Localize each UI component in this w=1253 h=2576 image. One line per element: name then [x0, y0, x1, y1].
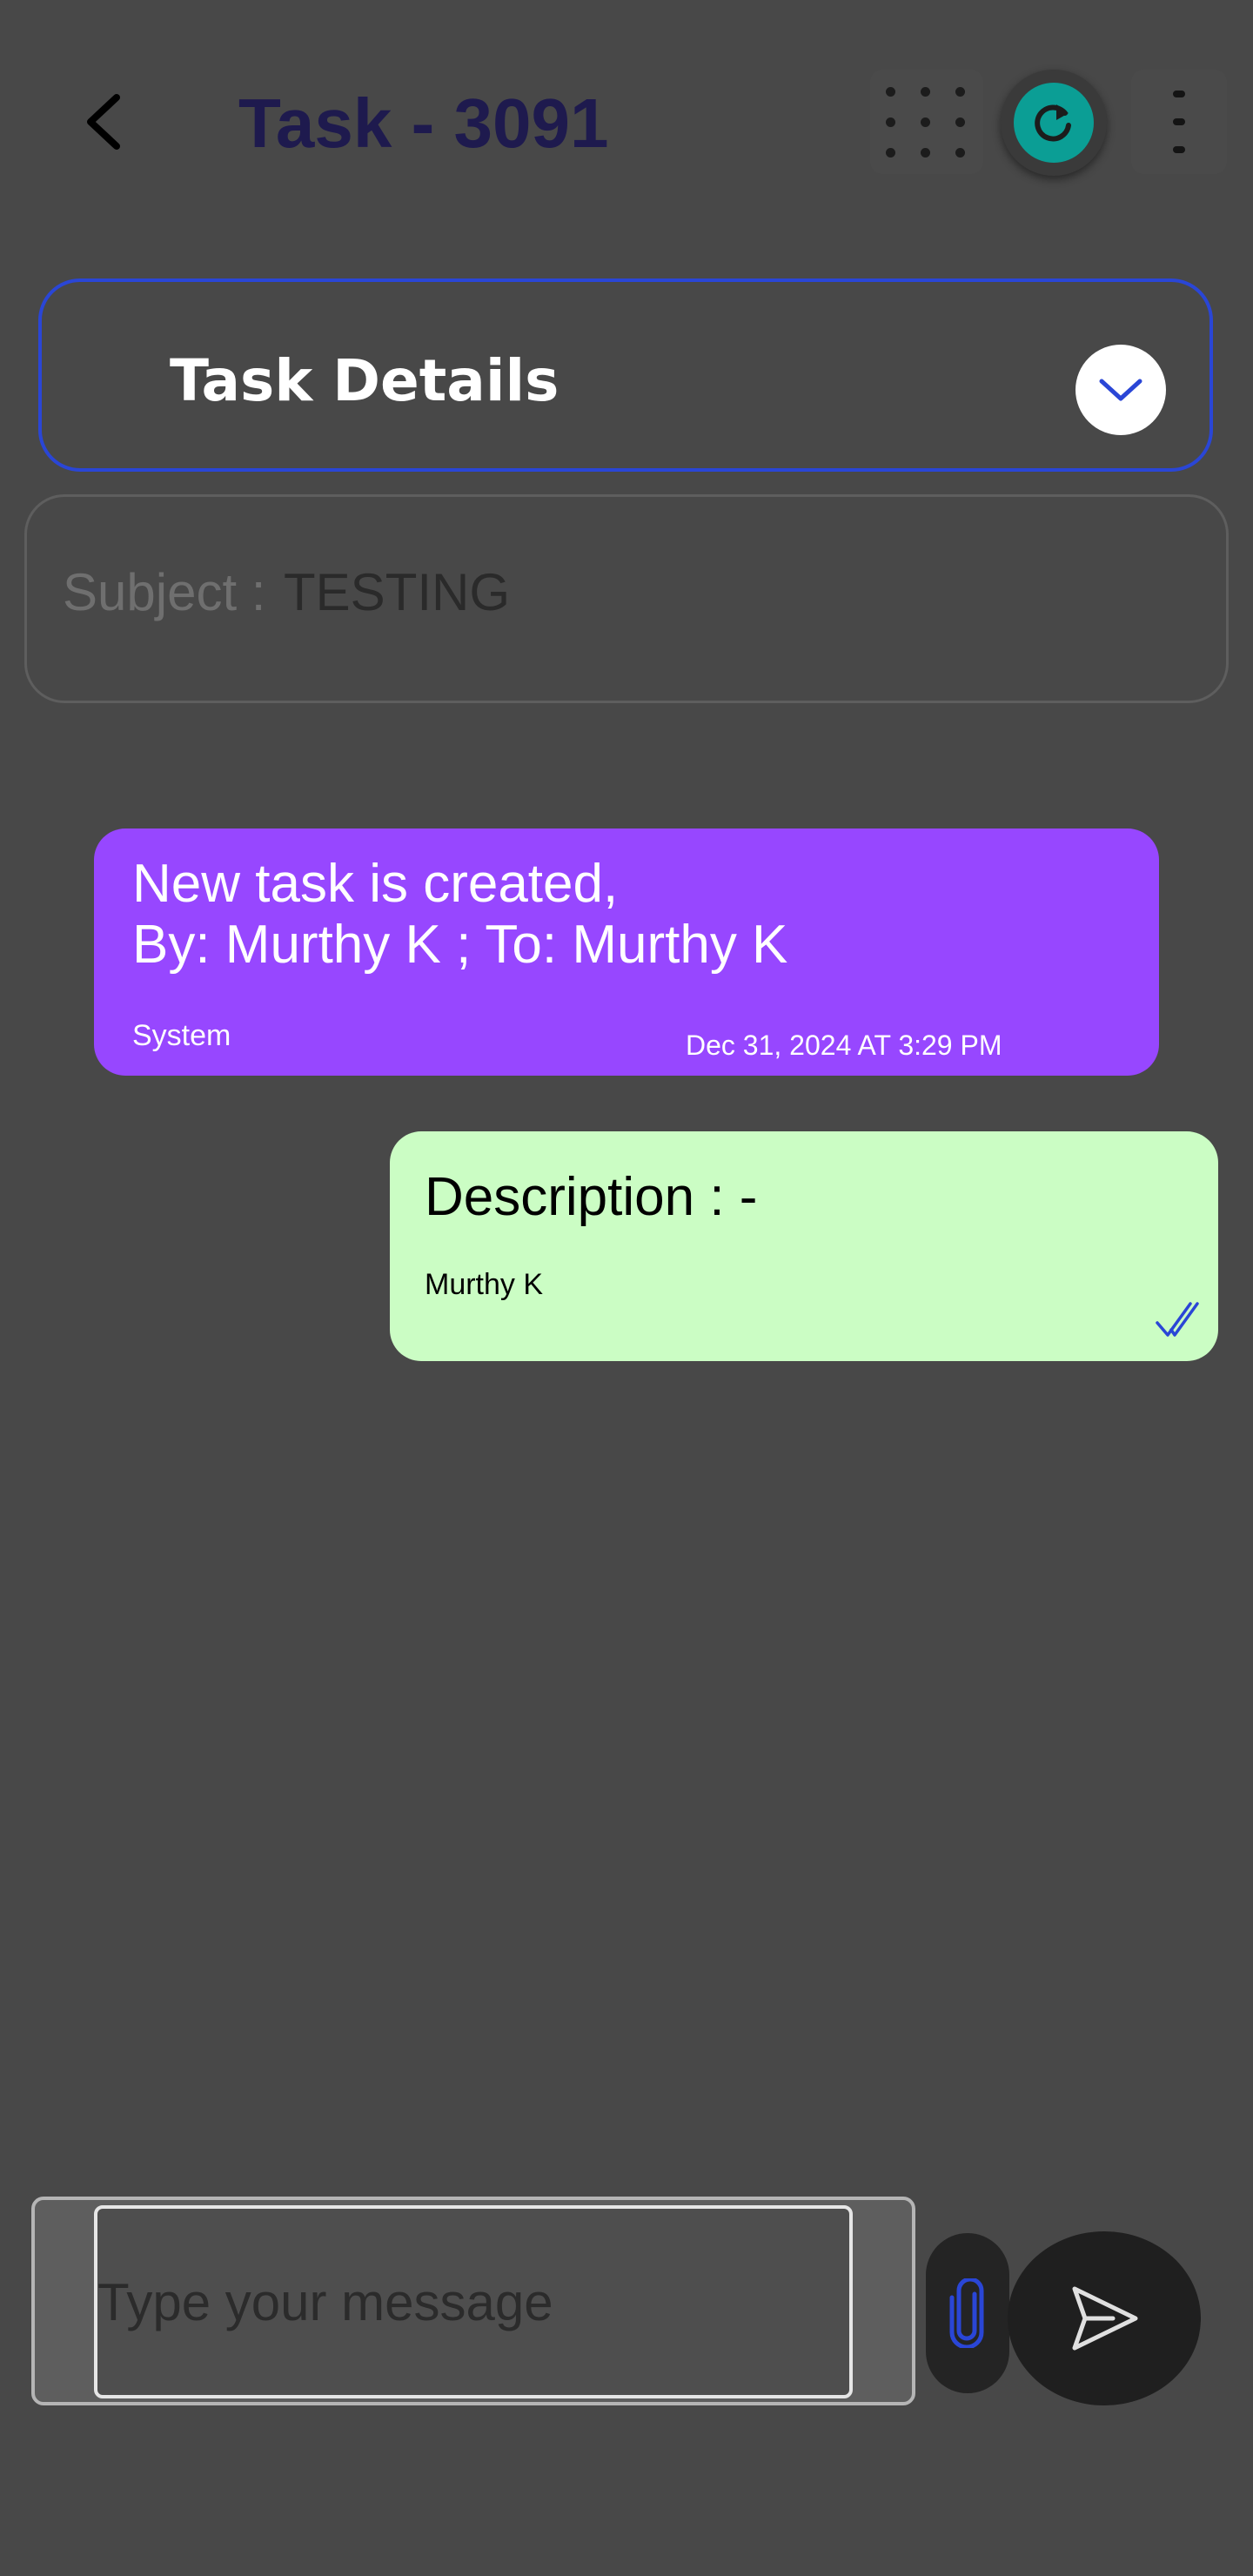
system-message-sender: System	[132, 1019, 231, 1052]
paperclip-icon	[949, 2278, 984, 2348]
attach-button[interactable]	[926, 2233, 1009, 2393]
outgoing-message-text: Description : -	[425, 1167, 758, 1227]
task-details-title: Task Details	[170, 347, 559, 414]
send-icon	[1072, 2286, 1138, 2351]
app-header: Task - 3091	[0, 0, 1253, 244]
outgoing-message-sender: Murthy K	[425, 1268, 544, 1301]
more-options-button[interactable]	[1131, 70, 1227, 174]
send-button[interactable]	[1008, 2231, 1201, 2405]
expand-details-button[interactable]	[1075, 345, 1166, 435]
double-check-icon	[1156, 1302, 1199, 1337]
refresh-button[interactable]	[1001, 70, 1107, 176]
subject-label: Subject :	[63, 563, 266, 621]
subject-value: TESTING	[284, 563, 511, 621]
system-message-text-line1: New task is created,	[132, 854, 619, 914]
message-input[interactable]	[94, 2205, 853, 2398]
back-button[interactable]	[70, 87, 139, 157]
chevron-left-icon	[87, 94, 120, 150]
system-message-text-line2: By: Murthy K ; To: Murthy K	[132, 915, 788, 975]
system-message-timestamp: Dec 31, 2024 AT 3:29 PM	[686, 1030, 1002, 1061]
page-title: Task - 3091	[238, 84, 609, 162]
chevron-down-icon	[1099, 379, 1142, 401]
refresh-icon	[1035, 104, 1071, 142]
grid-menu-button[interactable]	[870, 70, 983, 174]
